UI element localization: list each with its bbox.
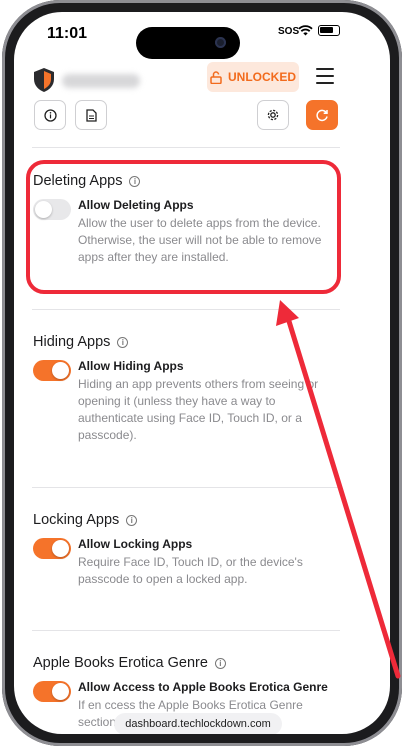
annotation-arrow-icon bbox=[276, 300, 401, 679]
